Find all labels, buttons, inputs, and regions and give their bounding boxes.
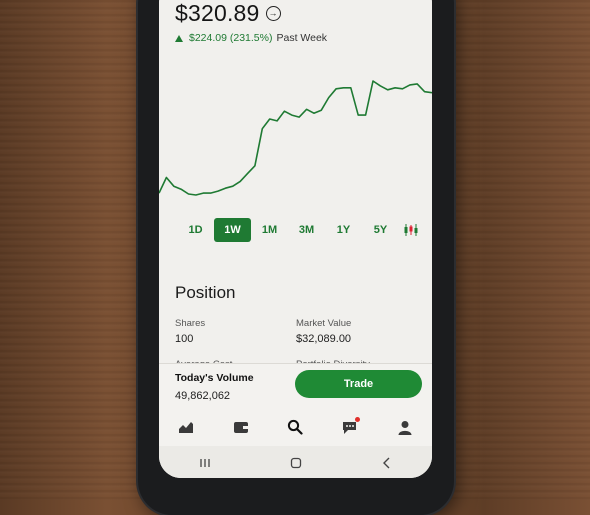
range-1d[interactable]: 1D bbox=[177, 218, 214, 242]
price-line bbox=[159, 80, 432, 196]
range-3m[interactable]: 3M bbox=[288, 218, 325, 242]
price-row: $320.89 → bbox=[175, 0, 281, 27]
range-1m[interactable]: 1M bbox=[251, 218, 288, 242]
shares-label: Shares bbox=[175, 318, 206, 329]
messages-icon[interactable] bbox=[337, 414, 363, 440]
shares-value: 100 bbox=[175, 333, 194, 345]
system-nav-bar bbox=[159, 446, 432, 478]
notification-dot bbox=[355, 417, 361, 422]
price-chart[interactable] bbox=[159, 75, 432, 205]
trade-button[interactable]: Trade bbox=[295, 370, 422, 398]
back-icon[interactable] bbox=[375, 453, 399, 473]
account-icon[interactable] bbox=[392, 414, 418, 440]
range-1y[interactable]: 1Y bbox=[325, 218, 362, 242]
change-period: Past Week bbox=[276, 32, 328, 44]
position-title: Position bbox=[175, 283, 236, 302]
range-5y[interactable]: 5Y bbox=[362, 218, 399, 242]
candlestick-icon[interactable] bbox=[401, 220, 421, 240]
market-value-label: Market Value bbox=[296, 318, 352, 329]
recent-apps-icon[interactable] bbox=[193, 453, 217, 473]
price-change-row: $224.09 (231.5%) Past Week bbox=[175, 32, 327, 44]
range-1w[interactable]: 1W bbox=[214, 218, 251, 242]
price-change: $224.09 (231.5%) bbox=[189, 32, 273, 44]
volume-value: 49,862,062 bbox=[175, 390, 231, 402]
market-value: $32,089.00 bbox=[296, 333, 352, 345]
up-triangle-icon bbox=[175, 34, 183, 42]
volume-label: Today's Volume bbox=[175, 372, 254, 384]
wallet-icon[interactable] bbox=[228, 414, 254, 440]
home-icon[interactable] bbox=[284, 453, 308, 473]
bottom-panel: Today's Volume 49,862,062 Trade bbox=[159, 363, 432, 478]
price-info-icon[interactable]: → bbox=[265, 6, 281, 21]
range-selector: 1D 1W 1M 3M 1Y 5Y bbox=[177, 218, 421, 242]
search-icon[interactable] bbox=[282, 414, 308, 440]
chart-icon[interactable] bbox=[173, 414, 199, 440]
app-screen: $320.89 → $224.09 (231.5%) Past Week 1D … bbox=[159, 0, 432, 478]
bottom-nav bbox=[159, 412, 432, 442]
stock-price: $320.89 bbox=[175, 0, 260, 26]
